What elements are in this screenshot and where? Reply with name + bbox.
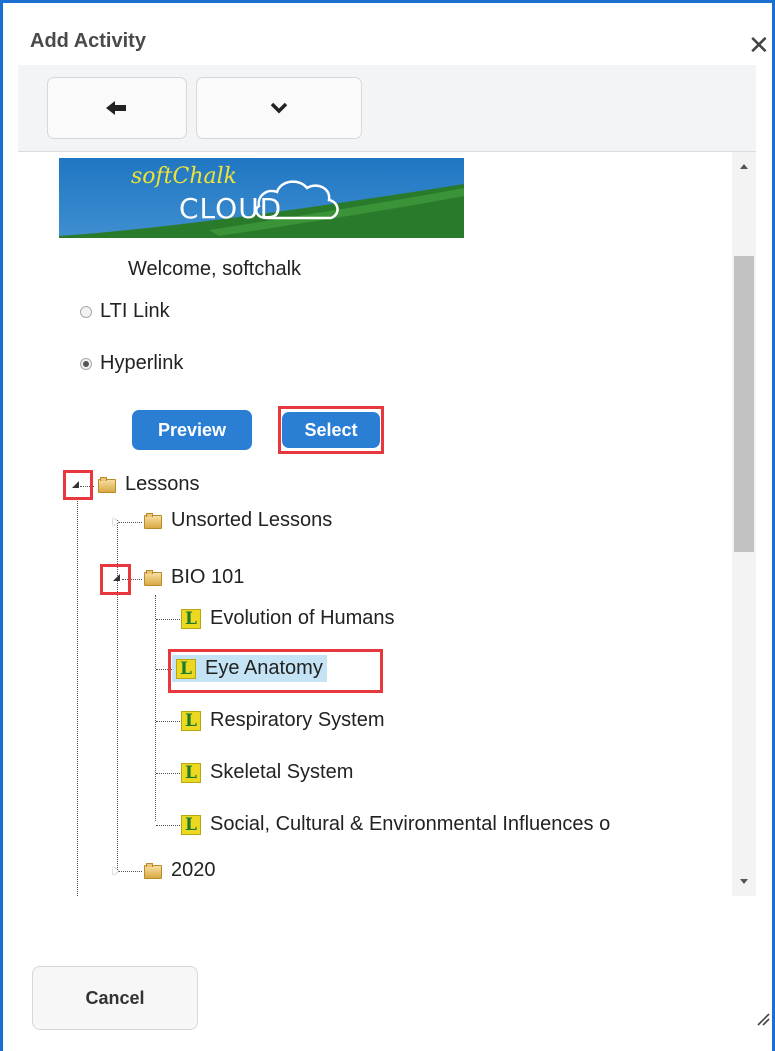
lesson-icon: L xyxy=(181,814,201,835)
tree-node-lesson[interactable]: L Skeletal System xyxy=(181,761,353,784)
radio-button[interactable] xyxy=(80,305,92,318)
select-highlight-box xyxy=(278,406,384,454)
tree-node-label: 2020 xyxy=(171,859,216,881)
tree-line xyxy=(156,721,180,722)
chevron-down-icon xyxy=(270,102,288,114)
resize-handle-icon[interactable] xyxy=(756,1012,770,1026)
tree-node-label: Evolution of Humans xyxy=(210,607,395,629)
vertical-scrollbar[interactable] xyxy=(732,152,756,896)
toolbar xyxy=(18,65,756,152)
lesson-icon: L xyxy=(181,608,201,629)
tree-node-unsorted[interactable]: Unsorted Lessons xyxy=(144,509,332,532)
tree-node-lesson[interactable]: L Social, Cultural & Environmental Influ… xyxy=(181,813,610,836)
tree-line xyxy=(77,497,78,896)
tree-node-label: Unsorted Lessons xyxy=(171,509,333,531)
tree-line xyxy=(118,871,142,872)
tree-node-label: Social, Cultural & Environmental Influen… xyxy=(210,813,611,835)
radio-label: Hyperlink xyxy=(100,352,184,374)
folder-icon xyxy=(144,512,162,529)
tree-line xyxy=(156,825,180,826)
tree-node-lesson[interactable]: L Evolution of Humans xyxy=(181,607,395,630)
tree-node-2020[interactable]: 2020 xyxy=(144,859,216,882)
lesson-icon: L xyxy=(181,762,201,783)
tree-node-label: Skeletal System xyxy=(210,761,354,783)
tree-line xyxy=(156,773,180,774)
welcome-text: Welcome, softchalk xyxy=(128,258,302,280)
expand-toggle-unsorted[interactable] xyxy=(113,518,119,526)
logo-text-softchalk: softChalk xyxy=(131,164,238,189)
radio-lti-link[interactable]: LTI Link xyxy=(80,300,170,323)
back-button[interactable] xyxy=(47,77,187,139)
folder-icon xyxy=(98,476,116,493)
folder-icon xyxy=(144,569,162,586)
content-panel: softChalk CLOUD Welcome, softchalk LTI L… xyxy=(18,152,756,896)
selection-highlight-box xyxy=(168,649,383,693)
lesson-icon: L xyxy=(181,710,201,731)
tree-node-label: Respiratory System xyxy=(210,709,385,731)
dialog-title: Add Activity xyxy=(30,30,146,52)
toggle-highlight-box xyxy=(63,470,93,500)
tree-node-lessons[interactable]: Lessons xyxy=(98,473,200,496)
radio-hyperlink[interactable]: Hyperlink xyxy=(80,352,183,375)
logo-text-cloud: CLOUD xyxy=(179,192,283,225)
radio-label: LTI Link xyxy=(100,300,170,322)
close-icon[interactable]: ✕ xyxy=(748,32,770,58)
scroll-down-arrow-icon[interactable] xyxy=(740,879,748,884)
preview-button[interactable]: Preview xyxy=(132,410,252,450)
tree-line xyxy=(156,619,180,620)
tree-node-lesson[interactable]: L Respiratory System xyxy=(181,709,385,732)
folder-icon xyxy=(144,862,162,879)
arrow-left-icon xyxy=(106,101,126,115)
tree-node-label: Lessons xyxy=(125,473,200,495)
toggle-highlight-box xyxy=(100,564,131,595)
more-options-button[interactable] xyxy=(196,77,362,139)
tree-line xyxy=(118,522,142,523)
tree-node-bio101[interactable]: BIO 101 xyxy=(144,566,244,589)
tree-node-label: BIO 101 xyxy=(171,566,245,588)
expand-toggle-2020[interactable] xyxy=(113,867,119,875)
tree-line xyxy=(155,595,156,821)
radio-button[interactable] xyxy=(80,357,92,370)
cancel-button[interactable]: Cancel xyxy=(32,966,198,1030)
softchalk-cloud-logo: softChalk CLOUD xyxy=(59,158,464,238)
vertical-scroll-thumb[interactable] xyxy=(734,256,754,552)
scroll-up-arrow-icon[interactable] xyxy=(740,164,748,169)
